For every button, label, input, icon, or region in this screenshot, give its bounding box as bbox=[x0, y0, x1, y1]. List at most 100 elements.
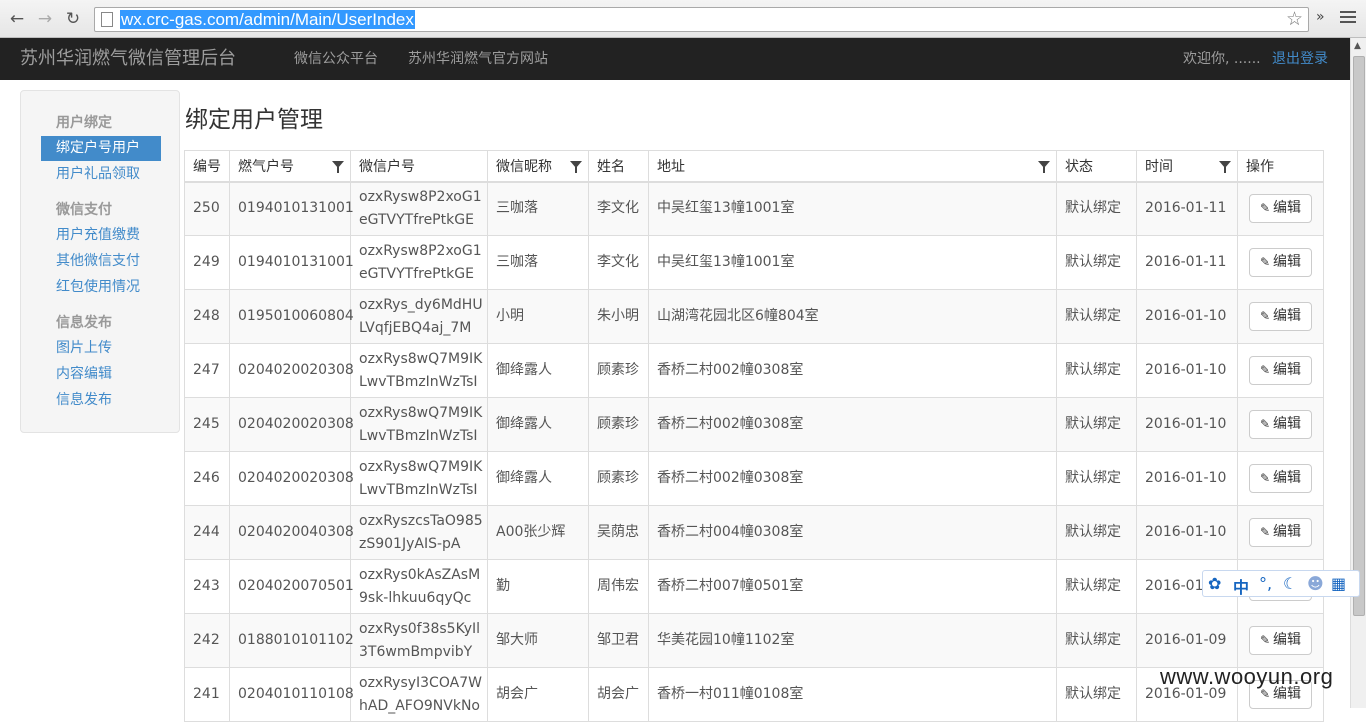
cell-gas-account: 0204020070501 bbox=[229, 559, 354, 614]
edit-button[interactable]: ✎编辑 bbox=[1248, 410, 1313, 439]
users-table: 编号 燃气户号 微信户号 微信昵称 姓名 地址 状态 时间 操作 250 0194… bbox=[184, 150, 1324, 722]
cell-wechat-account: ozxRys8wQ7M9IK LwvTBmzInWzTsI bbox=[350, 451, 488, 506]
column-header-name[interactable]: 姓名 bbox=[588, 150, 649, 183]
cell-address: 香桥二村004幢0308室 bbox=[648, 505, 1057, 560]
pencil-icon: ✎ bbox=[1259, 525, 1271, 539]
ime-toolbar[interactable]: ✿ 中 °, ☾ ☻ ▦ bbox=[1202, 570, 1360, 597]
forward-arrow-icon[interactable]: → bbox=[34, 8, 56, 30]
ime-chinese-mode[interactable]: 中 bbox=[1233, 574, 1249, 598]
cell-actions: ✎编辑 bbox=[1237, 613, 1324, 668]
cell-name: 李文化 bbox=[588, 181, 649, 236]
cell-nickname: 三咖落 bbox=[487, 181, 589, 236]
column-header-id[interactable]: 编号 bbox=[184, 150, 230, 183]
moon-icon[interactable]: ☾ bbox=[1283, 574, 1297, 593]
sidebar-item-publish[interactable]: 信息发布 bbox=[41, 388, 161, 413]
cell-name: 吴荫忠 bbox=[588, 505, 649, 560]
cell-id: 250 bbox=[184, 181, 230, 236]
filter-icon[interactable] bbox=[1219, 161, 1231, 173]
cell-id: 241 bbox=[184, 667, 230, 722]
sidebar-heading-publishing: 信息发布 bbox=[56, 315, 112, 331]
column-header-status[interactable]: 状态 bbox=[1056, 150, 1137, 183]
column-header-wechat-account[interactable]: 微信户号 bbox=[350, 150, 488, 183]
column-header-actions: 操作 bbox=[1237, 150, 1324, 183]
grid-icon[interactable]: ▦ bbox=[1331, 574, 1346, 593]
cell-address: 香桥二村002幢0308室 bbox=[648, 343, 1057, 398]
cell-wechat-account: ozxRys_dy6MdHU LVqfjEBQ4aj_7M bbox=[350, 289, 488, 344]
back-arrow-icon[interactable]: ← bbox=[6, 8, 28, 30]
scrollbar-thumb[interactable] bbox=[1353, 56, 1365, 616]
page-title: 绑定用户管理 bbox=[185, 107, 323, 133]
edit-button[interactable]: ✎编辑 bbox=[1248, 356, 1313, 385]
cell-name: 李文化 bbox=[588, 235, 649, 290]
cell-nickname: 御绛露人 bbox=[487, 397, 589, 452]
edit-button[interactable]: ✎编辑 bbox=[1248, 248, 1313, 277]
cell-nickname: 勤 bbox=[487, 559, 589, 614]
filter-icon[interactable] bbox=[332, 161, 344, 173]
edit-button[interactable]: ✎编辑 bbox=[1248, 194, 1313, 224]
top-navbar: 苏州华润燃气微信管理后台 微信公众平台 苏州华润燃气官方网站 欢迎你, ....… bbox=[0, 38, 1350, 80]
cell-name: 朱小明 bbox=[588, 289, 649, 344]
url-text[interactable]: wx.crc-gas.com/admin/Main/UserIndex bbox=[120, 10, 415, 29]
sidebar-item-gift-claim[interactable]: 用户礼品领取 bbox=[41, 162, 161, 187]
edit-button[interactable]: ✎编辑 bbox=[1248, 464, 1313, 493]
cell-address: 中吴红玺13幢1001室 bbox=[648, 235, 1057, 290]
table-row: 241 0204010110108 ozxRysyI3COA7W hAD_AFO9NV… bbox=[184, 667, 1324, 722]
cell-nickname: A00张少辉 bbox=[487, 505, 589, 560]
scroll-up-arrow-icon[interactable]: ▲ bbox=[1354, 41, 1361, 51]
sidebar: 用户绑定 绑定户号用户 用户礼品领取 微信支付 用户充值缴费 其他微信支付 红包… bbox=[20, 90, 180, 433]
page-icon bbox=[101, 12, 113, 27]
cell-name: 顾素珍 bbox=[588, 451, 649, 506]
sidebar-item-bound-users[interactable]: 绑定户号用户 bbox=[41, 136, 161, 161]
edit-button[interactable]: ✎编辑 bbox=[1248, 626, 1313, 655]
edit-button[interactable]: ✎编辑 bbox=[1248, 302, 1313, 331]
cell-nickname: 小明 bbox=[487, 289, 589, 344]
logout-link[interactable]: 退出登录 bbox=[1272, 38, 1328, 80]
cell-id: 244 bbox=[184, 505, 230, 560]
paw-icon[interactable]: ✿ bbox=[1208, 574, 1221, 593]
table-row: 246 0204020020308 ozxRys8wQ7M9IK LwvTBmzInW… bbox=[184, 451, 1324, 506]
cell-address: 香桥二村002幢0308室 bbox=[648, 397, 1057, 452]
cell-name: 顾素珍 bbox=[588, 397, 649, 452]
cell-nickname: 胡会广 bbox=[487, 667, 589, 722]
edit-label: 编辑 bbox=[1273, 200, 1302, 217]
reload-icon[interactable]: ↻ bbox=[62, 8, 84, 30]
watermark: www.wooyun.org bbox=[1160, 664, 1334, 689]
column-header-address[interactable]: 地址 bbox=[648, 150, 1057, 183]
column-header-time[interactable]: 时间 bbox=[1136, 150, 1238, 183]
sidebar-item-recharge[interactable]: 用户充值缴费 bbox=[41, 223, 161, 248]
sidebar-heading-wechat-pay: 微信支付 bbox=[56, 202, 112, 218]
brand-title[interactable]: 苏州华润燃气微信管理后台 bbox=[20, 38, 236, 80]
filter-icon[interactable] bbox=[570, 161, 582, 173]
address-bar[interactable]: wx.crc-gas.com/admin/Main/UserIndex ☆ bbox=[94, 7, 1309, 32]
column-header-gas-account[interactable]: 燃气户号 bbox=[229, 150, 351, 183]
column-header-nickname[interactable]: 微信昵称 bbox=[487, 150, 589, 183]
filter-icon[interactable] bbox=[1038, 161, 1050, 173]
bookmark-star-icon[interactable]: ☆ bbox=[1286, 8, 1303, 31]
cell-wechat-account: ozxRys8wQ7M9IK LwvTBmzInWzTsI bbox=[350, 343, 488, 398]
edit-button[interactable]: ✎编辑 bbox=[1248, 518, 1313, 547]
nav-link-official-site[interactable]: 苏州华润燃气官方网站 bbox=[408, 38, 548, 80]
nav-link-wechat-platform[interactable]: 微信公众平台 bbox=[294, 38, 378, 80]
vertical-scrollbar[interactable]: ▲ bbox=[1350, 38, 1366, 708]
cell-gas-account: 0204020020308 bbox=[229, 451, 354, 506]
extensions-overflow-icon[interactable]: » bbox=[1316, 9, 1325, 25]
cell-id: 242 bbox=[184, 613, 230, 668]
sidebar-item-image-upload[interactable]: 图片上传 bbox=[41, 336, 161, 361]
cell-status: 默认绑定 bbox=[1056, 505, 1137, 560]
sidebar-item-content-edit[interactable]: 内容编辑 bbox=[41, 362, 161, 387]
edit-label: 编辑 bbox=[1273, 632, 1302, 648]
cell-address: 中吴红玺13幢1001室 bbox=[648, 181, 1057, 236]
user-icon[interactable]: ☻ bbox=[1307, 574, 1324, 593]
sidebar-item-other-pay[interactable]: 其他微信支付 bbox=[41, 249, 161, 274]
cell-gas-account: 0204010110108 bbox=[229, 667, 354, 722]
punctuation-icon[interactable]: °, bbox=[1259, 574, 1272, 593]
cell-address: 华美花园10幢1102室 bbox=[648, 613, 1057, 668]
cell-time: 2016-01-09 bbox=[1136, 613, 1238, 668]
browser-menu-icon[interactable] bbox=[1340, 8, 1356, 26]
cell-time: 2016-01-11 bbox=[1136, 235, 1238, 290]
cell-status: 默认绑定 bbox=[1056, 289, 1137, 344]
pencil-icon: ✎ bbox=[1259, 309, 1271, 323]
sidebar-item-red-packet[interactable]: 红包使用情况 bbox=[41, 275, 161, 300]
pencil-icon: ✎ bbox=[1259, 633, 1271, 647]
sidebar-heading-user-binding: 用户绑定 bbox=[56, 115, 112, 131]
